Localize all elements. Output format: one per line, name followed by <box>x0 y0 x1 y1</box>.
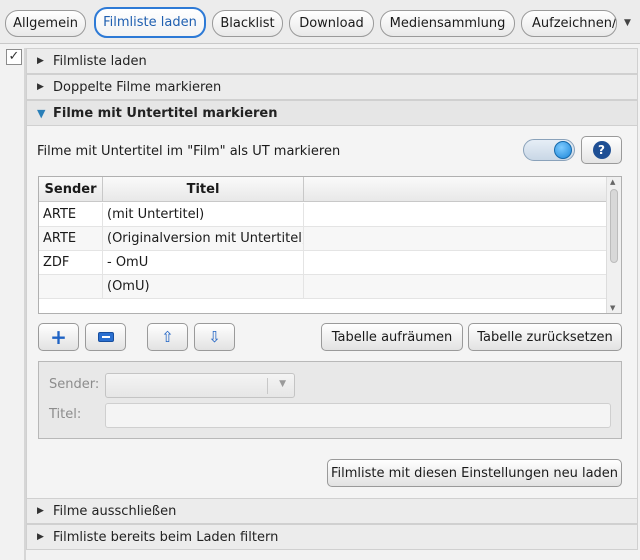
section-filmliste-laden[interactable]: ▶ Filmliste laden <box>26 48 638 74</box>
section-label: Filme mit Untertitel markieren <box>53 105 278 121</box>
add-row-button[interactable]: + <box>38 323 79 351</box>
cell-titel: (mit Untertitel) <box>103 203 304 227</box>
edit-group: Sender: ▼ Titel: <box>38 361 622 439</box>
table-row[interactable]: ARTE (Originalversion mit Untertitel) <box>39 227 607 251</box>
untertitel-panel: Filme mit Untertitel im "Film" als UT ma… <box>26 126 638 498</box>
help-icon: ? <box>592 141 611 159</box>
section-label: Filmliste laden <box>53 53 147 69</box>
cell-sender: ZDF <box>39 251 103 275</box>
section-untertitel[interactable]: ▼ Filme mit Untertitel markieren <box>26 100 638 126</box>
cell-sender <box>39 275 103 299</box>
remove-row-button[interactable] <box>85 323 126 351</box>
combo-separator <box>267 378 268 394</box>
move-down-button[interactable]: ⇩ <box>194 323 235 351</box>
titel-label: Titel: <box>49 407 82 422</box>
untertitel-table: Sender Titel ARTE (mit Untertitel) ARTE … <box>38 176 622 314</box>
arrow-up-icon: ⇧ <box>161 327 174 346</box>
table-row[interactable]: ZDF - OmU <box>39 251 607 275</box>
column-header-sender[interactable]: Sender <box>39 177 103 202</box>
section-label: Filmliste bereits beim Laden filtern <box>53 529 279 545</box>
tabelle-zuruecksetzen-button[interactable]: Tabelle zurücksetzen <box>468 323 622 351</box>
tab-aufzeichnen[interactable]: Aufzeichnen/A <box>521 10 617 37</box>
scrollbar-thumb[interactable] <box>610 189 618 263</box>
tabelle-aufraeumen-button[interactable]: Tabelle aufräumen <box>321 323 463 351</box>
expand-arrow-icon: ▶ <box>37 82 44 92</box>
cell-sender: ARTE <box>39 203 103 227</box>
enable-checkbox[interactable]: ✓ <box>6 49 22 65</box>
tab-blacklist[interactable]: Blacklist <box>212 10 283 37</box>
titel-input[interactable] <box>105 403 611 428</box>
collapse-arrow-icon: ▼ <box>37 106 46 120</box>
scroll-down-icon[interactable]: ▼ <box>610 304 615 312</box>
toggle-knob <box>554 141 572 159</box>
tab-overflow-icon[interactable]: ▼ <box>624 18 634 28</box>
table-row[interactable]: (OmU) <box>39 275 607 299</box>
table-row[interactable]: ARTE (mit Untertitel) <box>39 203 607 227</box>
tab-filmliste-laden[interactable]: Filmliste laden <box>94 7 206 38</box>
sender-combobox[interactable]: ▼ <box>105 373 295 398</box>
cell-titel: (OmU) <box>103 275 304 299</box>
filmliste-neu-laden-button[interactable]: Filmliste mit diesen Einstellungen neu l… <box>327 459 622 487</box>
cell-titel: (Originalversion mit Untertitel) <box>103 227 304 251</box>
move-up-button[interactable]: ⇧ <box>147 323 188 351</box>
tab-mediensammlung[interactable]: Mediensammlung <box>380 10 515 37</box>
untertitel-description: Filme mit Untertitel im "Film" als UT ma… <box>37 144 341 159</box>
section-filme-ausschliessen[interactable]: ▶ Filme ausschließen <box>26 498 638 524</box>
cell-titel: - OmU <box>103 251 304 275</box>
plus-icon: + <box>50 325 67 349</box>
scroll-up-icon[interactable]: ▲ <box>610 178 615 186</box>
expand-arrow-icon: ▶ <box>37 56 44 66</box>
arrow-down-icon: ⇩ <box>208 327 221 346</box>
chevron-down-icon: ▼ <box>279 379 286 389</box>
expand-arrow-icon: ▶ <box>37 532 44 542</box>
sender-label: Sender: <box>49 377 100 392</box>
tab-allgemein[interactable]: Allgemein <box>5 10 86 37</box>
section-doppelte-filme[interactable]: ▶ Doppelte Filme markieren <box>26 74 638 100</box>
tab-download[interactable]: Download <box>289 10 374 37</box>
help-button[interactable]: ? <box>581 136 622 164</box>
tab-bar: Allgemein Filmliste laden Blacklist Down… <box>0 0 640 44</box>
section-label: Filme ausschließen <box>53 503 177 519</box>
expand-arrow-icon: ▶ <box>37 506 44 516</box>
table-header: Sender Titel <box>39 177 607 202</box>
column-header-empty <box>304 177 607 202</box>
section-label: Doppelte Filme markieren <box>53 79 222 95</box>
section-filmliste-filtern[interactable]: ▶ Filmliste bereits beim Laden filtern <box>26 524 638 550</box>
table-scrollbar[interactable]: ▲ ▼ <box>606 177 621 313</box>
cell-sender: ARTE <box>39 227 103 251</box>
column-header-titel[interactable]: Titel <box>103 177 304 202</box>
minus-icon <box>97 332 114 342</box>
untertitel-toggle[interactable] <box>523 139 575 161</box>
